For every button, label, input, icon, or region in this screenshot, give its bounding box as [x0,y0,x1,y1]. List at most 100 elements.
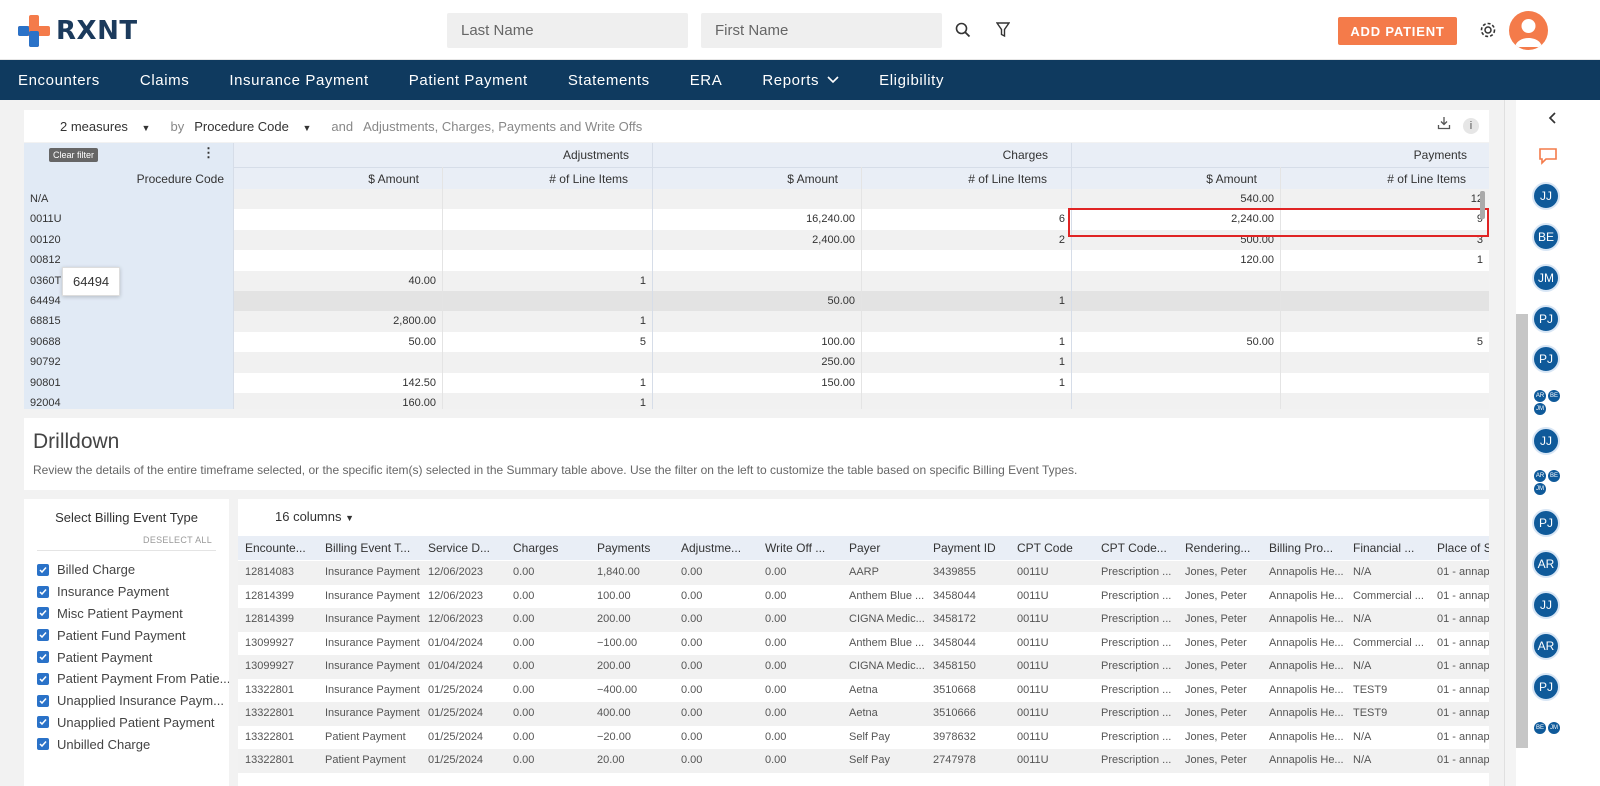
nav-reports[interactable]: Reports [762,72,839,89]
column-header[interactable]: Billing Event T... [318,536,421,560]
value-cell[interactable] [233,291,442,311]
column-header[interactable]: Encounte... [238,536,318,560]
value-cell[interactable]: 1 [861,332,1071,352]
collaborator-avatar[interactable]: JJ [1532,427,1560,455]
procedure-code-cell[interactable]: 00120 [24,229,233,251]
column-header[interactable]: Service D... [421,536,506,560]
page-scrollbar[interactable] [1516,314,1528,748]
procedure-code-cell[interactable]: 90688 [24,331,233,353]
table-row[interactable]: 13322801 Patient Payment 01/25/2024 0.00 −20… [238,725,1489,749]
summary-row[interactable]: 68815 2,800.00 1 [24,311,1489,332]
table-row[interactable]: 13322801 Insurance Payment 01/25/2024 0.00 −… [238,678,1489,702]
value-cell[interactable]: 16,240.00 [652,209,861,229]
procedure-code-header[interactable]: Procedure Code [114,172,224,186]
value-cell[interactable] [1071,291,1280,311]
add-patient-button[interactable]: ADD PATIENT [1338,17,1457,45]
value-cell[interactable]: 2,400.00 [652,230,861,250]
table-row[interactable]: 13099927 Insurance Payment 01/04/2024 0.00 2… [238,655,1489,679]
procedure-code-cell[interactable]: 92004 [24,393,233,409]
checkbox-checked-icon[interactable] [37,629,49,642]
value-cell[interactable]: 2 [861,230,1071,250]
collaborator-avatar[interactable]: PJ [1532,509,1560,537]
value-cell[interactable]: 160.00 [233,393,442,409]
collaborator-mini-avatar[interactable]: JM [1548,722,1560,734]
value-cell[interactable]: 1 [861,291,1071,311]
value-cell[interactable]: 100.00 [652,332,861,352]
value-cell[interactable] [652,311,861,331]
collaborator-mini-avatar[interactable]: JM [1534,403,1546,415]
value-cell[interactable]: 1 [442,271,652,291]
charges-header[interactable]: Charges [652,148,1048,162]
value-cell[interactable] [861,189,1071,209]
value-cell[interactable] [233,209,442,229]
value-cell[interactable] [1280,373,1489,393]
deselect-all-button[interactable]: DESELECT ALL [24,535,229,545]
procedure-code-cell[interactable]: 64494 [24,291,233,312]
collaborator-mini-avatar[interactable]: BE [1534,722,1546,734]
rxnt-logo[interactable]: RXNT [18,14,138,48]
value-cell[interactable] [1280,291,1489,311]
info-icon[interactable]: i [1463,118,1479,134]
collaborator-avatar[interactable]: JJ [1532,182,1560,210]
checkbox-checked-icon[interactable] [37,672,49,685]
value-cell[interactable]: 1 [1280,250,1489,270]
collaborator-avatar[interactable]: PJ [1532,305,1560,333]
value-cell[interactable] [233,189,442,209]
summary-row[interactable]: 92004 160.00 1 [24,393,1489,409]
value-cell[interactable] [442,209,652,229]
procedure-code-cell[interactable]: 0011U [24,209,233,230]
measures-dropdown[interactable]: 2 measures ▼ [60,119,160,134]
value-cell[interactable]: 50.00 [233,332,442,352]
value-cell[interactable] [442,352,652,372]
collaborator-mini-avatar[interactable]: BE [1548,470,1560,482]
value-cell[interactable] [1280,393,1489,409]
column-header[interactable]: CPT Code [1010,536,1094,560]
grid-scrollbar[interactable] [1480,191,1485,219]
value-cell[interactable]: 150.00 [652,373,861,393]
collaborator-mini-avatar[interactable]: BE [1548,390,1560,402]
billing-event-option[interactable]: Insurance Payment [24,581,229,603]
table-row[interactable]: 13322801 Insurance Payment 01/25/2024 0.00 4… [238,702,1489,726]
value-cell[interactable]: 12 [1280,189,1489,209]
summary-row[interactable]: 90688 50.00 5 100.00 1 50.00 5 [24,331,1489,353]
value-cell[interactable]: 40.00 [233,271,442,291]
value-cell[interactable] [861,271,1071,291]
value-cell[interactable] [442,189,652,209]
value-cell[interactable] [1071,373,1280,393]
download-icon[interactable] [1436,115,1452,131]
value-cell[interactable]: 50.00 [1071,332,1280,352]
column-header[interactable]: Write Off ... [758,536,842,560]
collaborator-avatar[interactable]: PJ [1532,345,1560,373]
pay-amount-header[interactable]: $ Amount [1071,172,1257,186]
billing-event-option[interactable]: Unbilled Charge [24,733,229,755]
adjustments-header[interactable]: Adjustments [233,148,629,162]
table-row[interactable]: 12814399 Insurance Payment 12/06/2023 0.00 2… [238,608,1489,632]
chg-amount-header[interactable]: $ Amount [652,172,838,186]
pay-items-header[interactable]: # of Line Items [1280,172,1466,186]
value-cell[interactable]: 120.00 [1071,250,1280,270]
column-header[interactable]: Charges [506,536,590,560]
user-avatar[interactable] [1509,11,1548,50]
collaborator-avatar[interactable]: JJ [1532,591,1560,619]
collaborator-avatar[interactable]: BE [1532,223,1560,251]
procedure-code-cell[interactable]: 0360T [24,270,233,291]
checkbox-checked-icon[interactable] [37,738,49,751]
summary-row[interactable]: N/A 540.00 12 [24,189,1489,210]
value-cell[interactable] [1071,271,1280,291]
collaborator-mini-avatar[interactable]: JM [1534,483,1546,495]
billing-event-option[interactable]: Patient Payment [24,646,229,668]
value-cell[interactable] [652,250,861,270]
nav-patient-payment[interactable]: Patient Payment [409,72,528,89]
checkbox-checked-icon[interactable] [37,585,49,598]
adj-amount-header[interactable]: $ Amount [233,172,419,186]
column-header[interactable]: Payments [590,536,674,560]
billing-event-option[interactable]: Unapplied Patient Payment [24,712,229,734]
collaborator-mini-avatar[interactable]: AR [1534,390,1546,402]
value-cell[interactable]: 1 [861,352,1071,372]
clear-filter-button[interactable]: Clear filter [49,148,99,162]
payments-header[interactable]: Payments [1071,148,1467,162]
collaborator-avatar[interactable]: JM [1532,264,1560,292]
value-cell[interactable] [1280,271,1489,291]
procedure-code-cell[interactable]: 00812 [24,250,233,271]
checkbox-checked-icon[interactable] [37,563,49,576]
